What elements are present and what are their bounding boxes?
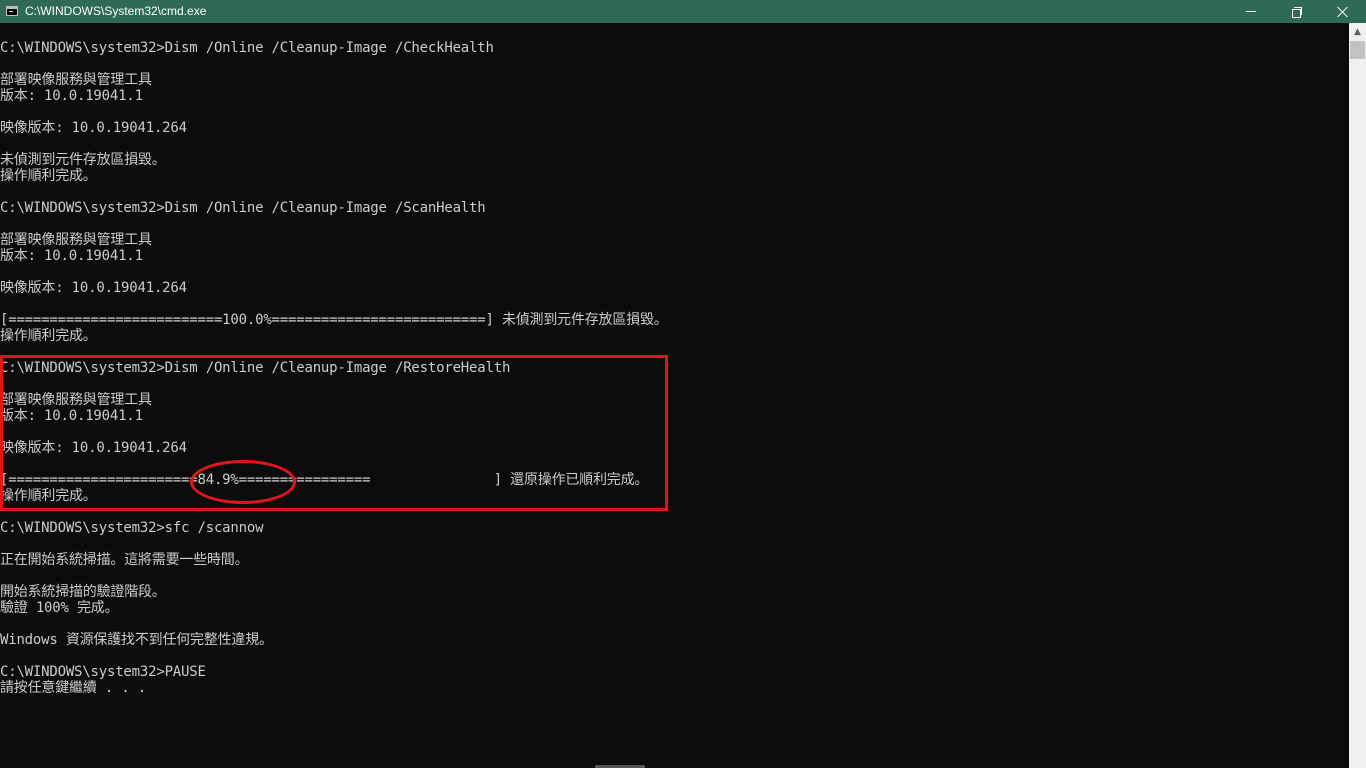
console-line: 操作順利完成。 bbox=[0, 328, 97, 344]
scroll-up-icon[interactable]: ▲ bbox=[1349, 23, 1366, 40]
console-line: 開始系統掃描的驗證階段。 bbox=[0, 584, 166, 600]
console-line: C:\WINDOWS\system32>sfc /scannow bbox=[0, 520, 264, 536]
console-line: C:\WINDOWS\system32>Dism /Online /Cleanu… bbox=[0, 40, 494, 56]
scroll-thumb[interactable] bbox=[1350, 41, 1365, 59]
console-line: 未偵測到元件存放區損毀。 bbox=[0, 152, 166, 168]
console-line: [==========================100.0%=======… bbox=[0, 312, 668, 328]
red-highlight-box bbox=[0, 355, 668, 511]
console-line: 請按任意鍵繼續 . . . bbox=[0, 680, 146, 696]
console-line: 正在開始系統掃描。這將需要一些時間。 bbox=[0, 552, 249, 568]
close-icon bbox=[1337, 6, 1349, 18]
console-line: 部署映像服務與管理工具 bbox=[0, 72, 152, 88]
maximize-button[interactable] bbox=[1274, 0, 1320, 23]
vertical-scrollbar[interactable]: ▲ bbox=[1349, 23, 1366, 768]
close-button[interactable] bbox=[1320, 0, 1366, 23]
title-bar[interactable]: C:\WINDOWS\System32\cmd.exe bbox=[0, 0, 1366, 23]
console-line: 映像版本: 10.0.19041.264 bbox=[0, 280, 187, 296]
console-line: 映像版本: 10.0.19041.264 bbox=[0, 120, 187, 136]
console-line: 部署映像服務與管理工具 bbox=[0, 232, 152, 248]
red-highlight-ellipse bbox=[190, 460, 296, 504]
minimize-icon bbox=[1246, 11, 1256, 12]
cmd-icon[interactable] bbox=[6, 6, 18, 16]
window-title: C:\WINDOWS\System32\cmd.exe bbox=[25, 4, 207, 18]
console-line: 版本: 10.0.19041.1 bbox=[0, 248, 143, 264]
console-line: C:\WINDOWS\system32>PAUSE bbox=[0, 664, 206, 680]
console-line: 操作順利完成。 bbox=[0, 168, 97, 184]
console-line: Windows 資源保護找不到任何完整性違規。 bbox=[0, 632, 273, 648]
console-line: C:\WINDOWS\system32>Dism /Online /Cleanu… bbox=[0, 200, 486, 216]
minimize-button[interactable] bbox=[1228, 0, 1274, 23]
maximize-icon bbox=[1292, 6, 1302, 18]
console-line: 版本: 10.0.19041.1 bbox=[0, 88, 143, 104]
console-line: 驗證 100% 完成。 bbox=[0, 600, 119, 616]
